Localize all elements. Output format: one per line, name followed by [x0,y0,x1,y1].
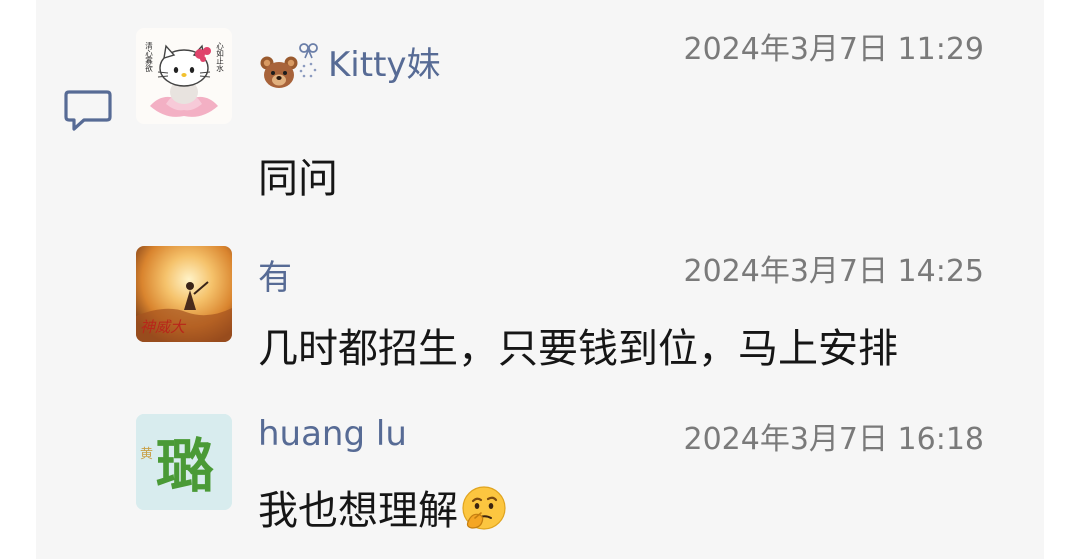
bear-bow-icon [258,42,320,92]
calligraphy-lu-avatar: 黄 璐 [136,414,232,510]
fiery-figure-avatar: 神威大 [136,246,232,342]
comment-text: 我也想理解 [258,488,458,534]
comment-content: 我也想理解 [258,478,510,544]
comment-item: 神威大 有 2024年3月7日 14:25 几时都招生，只要钱到位，马上安排 [0,220,1080,390]
comment-content: 几时都招生，只要钱到位，马上安排 [258,326,898,372]
avatar-text-right: 心如止水 [215,42,224,73]
author-name[interactable]: Kitty妹 [328,45,441,85]
avatar-text-left: 清心寡欲 [144,41,153,74]
comment-time: 2024年3月7日 16:18 [683,422,984,457]
comment-time: 2024年3月7日 14:25 [683,254,984,289]
avatar-text-big: 璐 [156,432,214,500]
comment-time: 2024年3月7日 11:29 [683,32,984,67]
comment-author[interactable]: huang lu [258,414,407,454]
thinking-face-icon [458,482,510,544]
avatar[interactable]: 黄 璐 [136,414,232,510]
comment-author[interactable]: Kitty妹 [258,37,441,92]
comment-item: 黄 璐 huang lu 2024年3月7日 16:18 我也想理解 [0,390,1080,559]
avatar[interactable]: 清心寡欲 心如止水 [136,28,232,124]
comment-author[interactable]: 有 [258,250,292,299]
avatar-text: 神威大 [140,318,187,336]
comment-content: 同问 [258,156,338,202]
avatar-text-small: 黄 [140,447,153,462]
hello-kitty-lotus-avatar: 清心寡欲 心如止水 [144,41,225,117]
avatar[interactable]: 神威大 [136,246,232,342]
comment-item: 清心寡欲 心如止水 Kitty妹 2024年3月7日 11:29 同问 [0,0,1080,220]
